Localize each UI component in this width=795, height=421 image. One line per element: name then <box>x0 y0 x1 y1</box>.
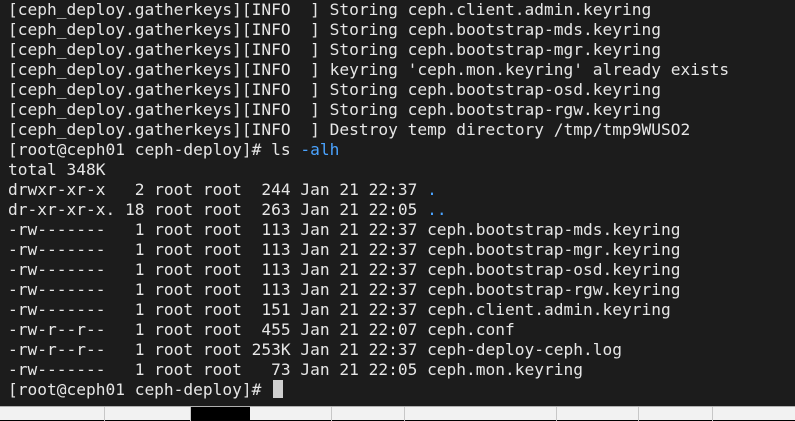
toolbar-segment[interactable] <box>639 407 713 421</box>
output-line: total 348K <box>8 160 106 179</box>
output-line: [ceph_deploy.gatherkeys][INFO ] Storing … <box>8 80 661 99</box>
listing-row: -rw------- 1 root root 113 Jan 21 22:37 … <box>8 260 681 279</box>
listing-row: -rw------- 1 root root 113 Jan 21 22:37 … <box>8 240 681 259</box>
output-line: [ceph_deploy.gatherkeys][INFO ] Storing … <box>8 40 661 59</box>
output-line: [ceph_deploy.gatherkeys][INFO ] Destroy … <box>8 120 691 139</box>
output-line: [ceph_deploy.gatherkeys][INFO ] Storing … <box>8 20 661 39</box>
directory-name: .. <box>427 200 447 219</box>
text-cursor <box>273 380 284 398</box>
listing-row: dr-xr-xr-x. 18 root root 263 Jan 21 22:0… <box>8 200 447 220</box>
listing-row: -rw------- 1 root root 73 Jan 21 22:05 c… <box>8 360 583 379</box>
listing-meta: drwxr-xr-x 2 root root 244 Jan 21 22:37 <box>8 180 428 199</box>
toolbar-segment[interactable] <box>405 407 557 421</box>
listing-row: -rw------- 1 root root 113 Jan 21 22:37 … <box>8 280 681 299</box>
toolbar-segment[interactable] <box>713 407 795 421</box>
output-line: [ceph_deploy.gatherkeys][INFO ] Storing … <box>8 100 661 119</box>
listing-row: -rw-r--r-- 1 root root 455 Jan 21 22:07 … <box>8 320 515 339</box>
shell-prompt: [root@ceph01 ceph-deploy]# <box>8 380 272 399</box>
toolbar-segment[interactable] <box>332 407 405 421</box>
listing-meta: dr-xr-xr-x. 18 root root 263 Jan 21 22:0… <box>8 200 428 219</box>
toolbar-segment-active[interactable] <box>191 407 250 421</box>
active-prompt-line[interactable]: [root@ceph01 ceph-deploy]# <box>8 380 284 400</box>
directory-name: . <box>427 180 437 199</box>
toolbar-segment[interactable] <box>0 407 105 421</box>
command-line: [root@ceph01 ceph-deploy]# ls -alh <box>8 140 339 160</box>
toolbar-segment[interactable] <box>557 407 639 421</box>
listing-row: -rw-r--r-- 1 root root 253K Jan 21 22:37… <box>8 340 622 359</box>
toolbar-segment[interactable] <box>105 407 191 421</box>
output-line: [ceph_deploy.gatherkeys][INFO ] Storing … <box>8 0 652 19</box>
output-line: [ceph_deploy.gatherkeys][INFO ] keyring … <box>8 60 730 79</box>
listing-row: drwxr-xr-x 2 root root 244 Jan 21 22:37 … <box>8 180 437 200</box>
bottom-toolbar <box>0 406 795 421</box>
listing-row: -rw------- 1 root root 113 Jan 21 22:37 … <box>8 220 681 239</box>
toolbar-segment[interactable] <box>250 407 332 421</box>
listing-row: -rw------- 1 root root 151 Jan 21 22:37 … <box>8 300 671 319</box>
shell-prompt: [root@ceph01 ceph-deploy]# ls <box>8 140 301 159</box>
terminal-window[interactable]: [ceph_deploy.gatherkeys][INFO ] Storing … <box>0 0 795 406</box>
command-argument: -alh <box>300 140 340 159</box>
